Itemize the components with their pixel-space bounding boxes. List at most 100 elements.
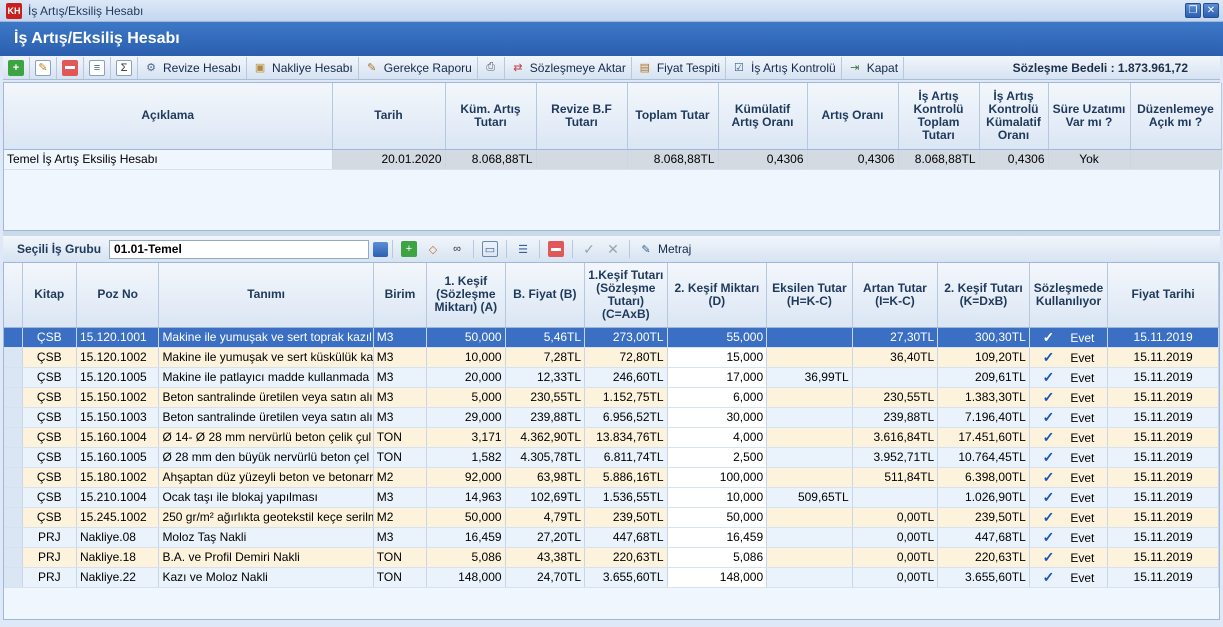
summary-column-header[interactable]: İş Artış Kontrolü Toplam Tutarı — [898, 83, 980, 150]
toolbar-item-edit[interactable]: ✎ — [30, 56, 57, 79]
row-indicator[interactable] — [4, 507, 23, 528]
table-cell: 109,20TL — [937, 347, 1030, 368]
work-group-picker-button[interactable] — [373, 241, 388, 257]
items-column-header[interactable]: B. Fiyat (B) — [505, 263, 586, 328]
cancel-icon[interactable]: ✕ — [605, 241, 621, 257]
row-indicator[interactable] — [4, 347, 23, 368]
items-column-header[interactable]: Sözleşmede Kullanılıyor — [1029, 263, 1109, 328]
summary-column-header[interactable]: İş Artış Kontrolü Kümalatif Oranı — [979, 83, 1049, 150]
toolbar-item-delete[interactable] — [57, 56, 84, 79]
row-indicator[interactable] — [4, 467, 23, 488]
toolbar-item-kapat[interactable]: ⇥ Kapat — [842, 56, 905, 79]
summary-cell: Temel İş Artış Eksiliş Hesabı — [4, 149, 333, 170]
table-row[interactable]: ÇSB 15.120.1005 Makine ile patlayıcı madde… — [4, 367, 1219, 388]
quantity-2-input[interactable]: 17,000 — [667, 367, 768, 388]
items-column-header[interactable]: Eksilen Tutar (H=K-C) — [766, 263, 853, 328]
eraser-icon[interactable]: ◇ — [425, 241, 441, 257]
quantity-2-input[interactable]: 100,000 — [667, 467, 768, 488]
summary-column-header[interactable]: Toplam Tutar — [627, 83, 719, 150]
row-indicator[interactable] — [4, 427, 23, 448]
quantity-2-input[interactable]: 30,000 — [667, 407, 768, 428]
items-column-header[interactable]: Tanımı — [158, 263, 374, 328]
row-indicator[interactable] — [4, 367, 23, 388]
items-column-header[interactable]: 1. Keşif (Sözleşme Miktarı) (A) — [426, 263, 506, 328]
table-row[interactable]: ÇSB 15.120.1001 Makine ile yumuşak ve sert… — [4, 327, 1219, 348]
items-column-header[interactable]: 2. Keşif Miktarı (D) — [667, 263, 768, 328]
work-group-bar: Seçili İş Grubu 01.01-Temel + ◇ ∞ ▭ ☰ ✓ … — [3, 236, 1220, 262]
add-icon[interactable]: + — [401, 241, 417, 257]
toolbar-item-sum[interactable]: Σ — [111, 56, 138, 79]
items-column-header[interactable]: Fiyat Tarihi — [1107, 263, 1219, 328]
items-column-header[interactable]: Birim — [373, 263, 428, 328]
table-row[interactable]: PRJ Nakliye.22 Kazı ve Moloz Nakli TON 148,0… — [4, 567, 1219, 588]
row-indicator[interactable] — [4, 527, 23, 548]
metraj-button[interactable]: Metraj — [658, 242, 691, 256]
confirm-icon[interactable]: ✓ — [581, 241, 597, 257]
remove-icon[interactable] — [548, 241, 564, 257]
table-row[interactable]: ÇSB 15.120.1002 Makine ile yumuşak ve sert… — [4, 347, 1219, 368]
table-row[interactable]: PRJ Nakliye.18 B.A. ve Profil Demiri Nakli… — [4, 547, 1219, 568]
restore-icon[interactable]: ❐ — [1185, 3, 1201, 18]
quantity-2-input[interactable]: 4,000 — [667, 427, 768, 448]
row-indicator[interactable] — [4, 407, 23, 428]
view-icon[interactable]: ▭ — [482, 241, 498, 257]
table-cell: 7.196,40TL — [937, 407, 1030, 428]
summary-column-header[interactable]: Açıklama — [4, 83, 333, 150]
row-indicator[interactable] — [4, 567, 23, 588]
summary-column-header[interactable]: Düzenlemeye Açık mı ? — [1130, 83, 1222, 150]
summary-column-header[interactable]: Süre Uzatımı Var mı ? — [1048, 83, 1131, 150]
table-row[interactable]: ÇSB 15.245.1002 250 gr/m² ağırlıkta geotek… — [4, 507, 1219, 528]
toolbar-item-fiyat-tespiti[interactable]: ▤ Fiyat Tespiti — [632, 56, 726, 79]
summary-column-header[interactable]: Tarih — [332, 83, 446, 150]
toolbar-item-document[interactable]: ≡ — [84, 56, 111, 79]
toolbar-item-nakliye-hesabı[interactable]: ▣ Nakliye Hesabı — [247, 56, 359, 79]
items-column-header[interactable]: Artan Tutar (I=K-C) — [852, 263, 939, 328]
tree-icon[interactable]: ☰ — [515, 241, 531, 257]
toolbar-item-revize-hesabı[interactable]: ⚙ Revize Hesabı — [138, 56, 248, 79]
toolbar-item-label: Kapat — [866, 60, 899, 75]
row-indicator[interactable] — [4, 327, 23, 348]
toolbar-item-sözleşmeye-aktar[interactable]: ⇄ Sözleşmeye Aktar — [505, 56, 632, 79]
items-column-header[interactable]: 2. Keşif Tutarı (K=DxB) — [937, 263, 1030, 328]
table-cell: 63,98TL — [505, 467, 586, 488]
toolbar-item-i-ş-artış-kontrolü[interactable]: ☑ İş Artış Kontrolü — [726, 56, 842, 79]
summary-row[interactable]: Temel İş Artış Eksiliş Hesabı 20.01.2020 8… — [4, 149, 1222, 170]
row-indicator[interactable] — [4, 487, 23, 508]
summary-column-header[interactable]: Revize B.F Tutarı — [536, 83, 628, 150]
summary-column-header[interactable]: Artış Oranı — [807, 83, 899, 150]
quantity-2-input[interactable]: 2,500 — [667, 447, 768, 468]
quantity-2-input[interactable]: 15,000 — [667, 347, 768, 368]
table-row[interactable]: ÇSB 15.150.1003 Beton santralinde üretilen… — [4, 407, 1219, 428]
table-cell: 20,000 — [426, 367, 506, 388]
table-cell: 250 gr/m² ağırlıkta geotekstil keçe seri… — [158, 507, 374, 528]
summary-column-header[interactable]: Küm. Artış Tutarı — [445, 83, 537, 150]
table-row[interactable]: ÇSB 15.150.1002 Beton santralinde üretilen… — [4, 387, 1219, 408]
quantity-2-input[interactable]: 50,000 — [667, 507, 768, 528]
quantity-2-input[interactable]: 6,000 — [667, 387, 768, 408]
quantity-2-input[interactable]: 16,459 — [667, 527, 768, 548]
row-indicator[interactable] — [4, 547, 23, 568]
items-column-header[interactable]: 1.Keşif Tutarı (Sözleşme Tutarı) (C=AxB) — [584, 263, 668, 328]
toolbar-item-gerekçe-raporu[interactable]: ✎ Gerekçe Raporu — [359, 56, 478, 79]
table-row[interactable]: ÇSB 15.160.1004 Ø 14- Ø 28 mm nervürlü bet… — [4, 427, 1219, 448]
table-row[interactable]: ÇSB 15.160.1005 Ø 28 mm den büyük nervürlü… — [4, 447, 1219, 468]
quantity-2-input[interactable]: 55,000 — [667, 327, 768, 348]
table-cell: 509,65TL — [766, 487, 853, 508]
summary-column-header[interactable]: Kümülatif Artış Oranı — [718, 83, 808, 150]
table-row[interactable]: PRJ Nakliye.08 Moloz Taş Nakli M3 16,459 27,2… — [4, 527, 1219, 548]
items-column-header[interactable]: Poz No — [76, 263, 160, 328]
toolbar-item-add[interactable]: + — [3, 56, 30, 79]
quantity-2-input[interactable]: 5,086 — [667, 547, 768, 568]
table-row[interactable]: ÇSB 15.180.1002 Ahşaptan düz yüzeyli beton… — [4, 467, 1219, 488]
quantity-2-input[interactable]: 148,000 — [667, 567, 768, 588]
quantity-2-input[interactable]: 10,000 — [667, 487, 768, 508]
table-row[interactable]: ÇSB 15.210.1004 Ocak taşı ile blokaj yapıl… — [4, 487, 1219, 508]
work-group-input[interactable]: 01.01-Temel — [109, 239, 369, 259]
row-indicator[interactable] — [4, 387, 23, 408]
close-icon[interactable]: ✕ — [1203, 3, 1219, 18]
items-column-header[interactable]: Kitap — [22, 263, 77, 328]
toolbar-item-printer[interactable]: ⎙ — [478, 56, 505, 79]
row-indicator[interactable] — [4, 447, 23, 468]
binoculars-icon[interactable]: ∞ — [449, 241, 465, 257]
metraj-icon[interactable]: ✎ — [638, 241, 654, 257]
